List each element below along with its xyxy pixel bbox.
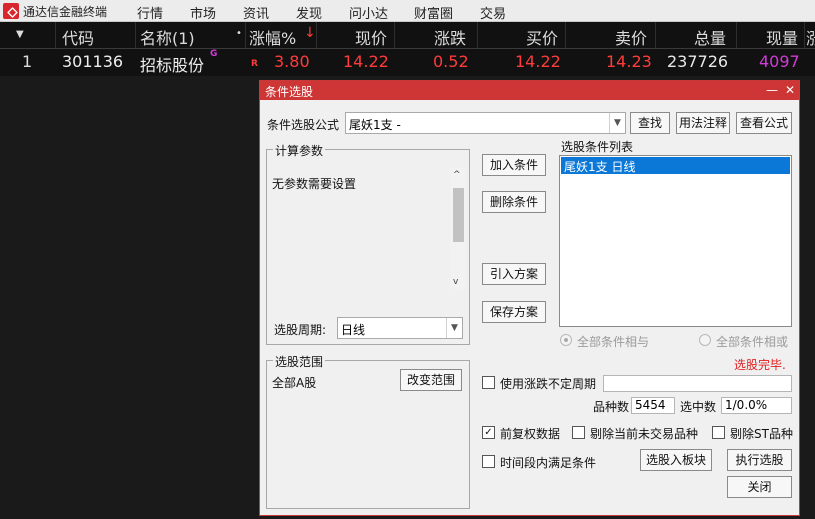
condition-list[interactable]: 尾妖1支 日线 bbox=[559, 155, 792, 327]
menu-quotes[interactable]: 行情 bbox=[137, 3, 163, 22]
sort-desc-arrow-icon: ↓ bbox=[304, 25, 316, 41]
import-scheme-button[interactable]: 引入方案 bbox=[482, 263, 546, 285]
table-row[interactable]: 1 301136 招标股份 G R 3.80 14.22 0.52 14.22 … bbox=[0, 48, 815, 76]
chevron-down-icon: ▼ bbox=[609, 113, 625, 133]
row-code: 301136 bbox=[62, 52, 124, 71]
app-title: 通达信金融终端 bbox=[23, 5, 108, 19]
header-bid[interactable]: 买价 bbox=[526, 25, 558, 49]
exclude-notrade-label: 剔除当前未交易品种 bbox=[590, 427, 699, 441]
range-group: 选股范围 全部A股 改变范围 bbox=[266, 353, 470, 509]
period-input[interactable] bbox=[603, 375, 792, 392]
header-change-pct[interactable]: 涨幅% bbox=[249, 25, 296, 49]
selected-value: 1/0.0% bbox=[721, 397, 792, 414]
selected-label: 选中数 bbox=[680, 400, 717, 414]
count-label: 品种数 bbox=[593, 400, 630, 414]
status-text: 选股完毕. bbox=[734, 358, 786, 372]
usage-notes-button[interactable]: 用法注释 bbox=[676, 112, 730, 134]
scroll-thumb[interactable] bbox=[453, 188, 464, 242]
exclude-st-label: 剔除ST品种 bbox=[730, 427, 793, 441]
radio-all-and[interactable] bbox=[560, 334, 572, 346]
add-to-block-button[interactable]: 选股入板块 bbox=[640, 449, 712, 471]
app-logo-icon bbox=[3, 3, 19, 19]
menu-news[interactable]: 资讯 bbox=[243, 3, 269, 22]
delete-condition-button[interactable]: 删除条件 bbox=[482, 191, 546, 213]
params-scrollbar[interactable]: ^ v bbox=[450, 168, 466, 289]
row-change: 0.52 bbox=[433, 52, 469, 71]
period-value: 日线 bbox=[341, 323, 366, 337]
header-change[interactable]: 涨跌 bbox=[434, 25, 466, 49]
menu-discover[interactable]: 发现 bbox=[296, 3, 322, 22]
name-tag-badge: G bbox=[210, 49, 218, 59]
add-condition-button[interactable]: 加入条件 bbox=[482, 154, 546, 176]
scroll-down-icon[interactable]: v bbox=[453, 277, 458, 287]
header-dot-icon: • bbox=[236, 28, 242, 39]
radio-all-and-label: 全部条件相与 bbox=[577, 335, 650, 349]
row-now-volume: 4097 bbox=[759, 52, 800, 71]
menu-market[interactable]: 市场 bbox=[190, 3, 216, 22]
range-value: 全部A股 bbox=[272, 376, 317, 390]
exclude-st-checkbox[interactable] bbox=[712, 426, 725, 439]
radio-all-or[interactable] bbox=[699, 334, 711, 346]
formula-label: 条件选股公式 bbox=[267, 118, 340, 132]
close-icon[interactable]: ✕ bbox=[782, 82, 798, 98]
header-more[interactable]: 涨 bbox=[806, 25, 815, 49]
qfq-label: 前复权数据 bbox=[500, 427, 561, 441]
minimize-icon[interactable]: — bbox=[764, 82, 780, 98]
header-volume[interactable]: 总量 bbox=[694, 25, 726, 49]
period-select[interactable]: 日线 ▼ bbox=[337, 317, 463, 339]
sort-icon[interactable]: ▼ bbox=[16, 29, 24, 40]
dialog-title: 条件选股 bbox=[265, 85, 314, 99]
use-period-label: 使用涨跌不定周期 bbox=[500, 377, 597, 391]
radio-all-or-label: 全部条件相或 bbox=[716, 335, 789, 349]
menu-bar: 通达信金融终端 行情 市场 资讯 发现 问小达 财富圈 交易 bbox=[0, 0, 815, 22]
formula-value: 尾妖1支 - bbox=[349, 118, 401, 132]
list-item[interactable]: 尾妖1支 日线 bbox=[561, 157, 790, 174]
row-price: 14.22 bbox=[343, 52, 389, 71]
row-bid: 14.22 bbox=[515, 52, 561, 71]
formula-select[interactable]: 尾妖1支 - ▼ bbox=[345, 112, 626, 134]
run-screen-button[interactable]: 执行选股 bbox=[727, 449, 792, 471]
menu-ask[interactable]: 问小达 bbox=[349, 3, 388, 22]
change-range-button[interactable]: 改变范围 bbox=[400, 369, 462, 391]
row-ask: 14.23 bbox=[606, 52, 652, 71]
header-now-volume[interactable]: 现量 bbox=[766, 25, 798, 49]
row-index: 1 bbox=[22, 52, 33, 71]
scroll-up-icon[interactable]: ^ bbox=[453, 170, 461, 180]
period-label: 选股周期: bbox=[274, 323, 327, 337]
dialog-titlebar[interactable]: 条件选股 — ✕ bbox=[260, 81, 799, 100]
header-name[interactable]: 名称(1) bbox=[140, 25, 195, 49]
view-formula-button[interactable]: 查看公式 bbox=[736, 112, 792, 134]
close-button[interactable]: 关闭 bbox=[727, 476, 792, 498]
row-change-pct: 3.80 bbox=[274, 52, 310, 71]
interval-checkbox[interactable] bbox=[482, 455, 495, 468]
qfq-checkbox[interactable]: ✓ bbox=[482, 426, 495, 439]
header-ask[interactable]: 卖价 bbox=[615, 25, 647, 49]
chevron-down-icon: ▼ bbox=[446, 318, 462, 338]
row-name: 招标股份 bbox=[140, 56, 205, 75]
params-group: 计算参数 无参数需要设置 ^ v 选股周期: 日线 ▼ bbox=[266, 142, 470, 345]
save-scheme-button[interactable]: 保存方案 bbox=[482, 301, 546, 323]
header-code[interactable]: 代码 bbox=[62, 25, 94, 49]
row-volume: 237726 bbox=[667, 52, 729, 71]
find-button[interactable]: 查找 bbox=[630, 112, 670, 134]
exclude-notrade-checkbox[interactable] bbox=[572, 426, 585, 439]
range-group-label: 选股范围 bbox=[273, 353, 326, 370]
params-group-label: 计算参数 bbox=[273, 142, 326, 159]
header-price[interactable]: 现价 bbox=[355, 25, 387, 49]
menu-wealth[interactable]: 财富圈 bbox=[414, 3, 453, 22]
params-text: 无参数需要设置 bbox=[272, 177, 357, 191]
quote-table-header: ▼ 代码 名称(1) • 涨幅% ↓ 现价 涨跌 买价 卖价 总量 现量 涨 bbox=[0, 22, 815, 48]
condition-list-label: 选股条件列表 bbox=[561, 140, 634, 154]
menu-trade[interactable]: 交易 bbox=[480, 3, 506, 22]
flag-badge: R bbox=[251, 59, 258, 69]
use-period-checkbox[interactable] bbox=[482, 376, 495, 389]
interval-label: 时间段内满足条件 bbox=[500, 456, 597, 470]
stock-screener-dialog: 条件选股 — ✕ 条件选股公式 尾妖1支 - ▼ 查找 用法注释 查看公式 计算… bbox=[259, 80, 800, 516]
count-value: 5454 bbox=[631, 397, 675, 414]
